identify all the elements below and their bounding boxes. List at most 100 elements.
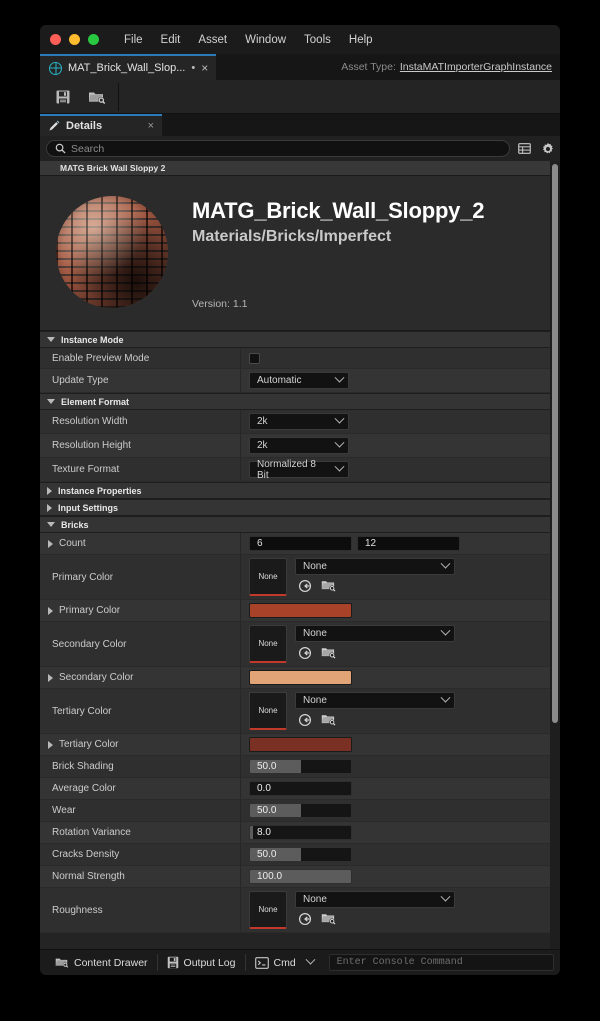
asset-thumbnail-secondary-color-texture[interactable]: None: [249, 625, 287, 663]
reset-to-default-icon[interactable]: [298, 579, 313, 594]
chevron-down-icon[interactable]: [305, 954, 316, 965]
section-label: Bricks: [61, 519, 89, 530]
property-label-text: Primary Color: [59, 605, 121, 616]
asset-thumbnail[interactable]: [50, 190, 174, 314]
menu-item-file[interactable]: File: [115, 32, 152, 48]
dropdown-resolution-height[interactable]: 2k: [249, 437, 349, 454]
section-header-instance-mode[interactable]: Instance Mode: [40, 331, 550, 348]
slider-value: 100.0: [257, 871, 283, 882]
slider-normal-strength[interactable]: 100.0: [249, 869, 352, 884]
chevron-down-icon: [334, 437, 345, 448]
chevron-down-icon[interactable]: [47, 166, 55, 171]
reset-to-default-icon[interactable]: [298, 912, 313, 927]
browse-asset-icon[interactable]: [321, 579, 336, 594]
console-command-box[interactable]: [328, 954, 554, 971]
color-swatch-tertiary-color[interactable]: [249, 737, 352, 752]
property-label-text: Primary Color: [52, 571, 114, 583]
hero-category-header[interactable]: MATG Brick Wall Sloppy 2: [40, 161, 550, 176]
asset-dropdown-primary-color-texture[interactable]: None: [295, 558, 455, 575]
close-icon[interactable]: ×: [201, 62, 208, 74]
content-drawer-button[interactable]: Content Drawer: [46, 953, 157, 973]
asset-dropdown-secondary-color-texture[interactable]: None: [295, 625, 455, 642]
asset-type: Asset Type: InstaMATImporterGraphInstanc…: [341, 54, 560, 80]
chevron-down-icon[interactable]: [47, 337, 55, 342]
gear-icon[interactable]: [539, 140, 556, 157]
menu-item-tools[interactable]: Tools: [295, 32, 340, 48]
slider-value: 0.0: [257, 783, 271, 794]
toolbar-divider: [118, 82, 119, 111]
color-swatch-secondary-color[interactable]: [249, 670, 352, 685]
cmd-button[interactable]: Cmd: [246, 953, 323, 973]
dropdown-update-type[interactable]: Automatic: [249, 372, 349, 389]
details-panel-wrapper: MATG Brick Wall Sloppy 2 MATG_Brick_Wall…: [40, 161, 560, 949]
browse-button[interactable]: [80, 83, 114, 111]
save-button[interactable]: [46, 83, 80, 111]
close-icon[interactable]: ×: [148, 120, 154, 132]
tab-details[interactable]: Details ×: [40, 114, 162, 136]
numeric-input-count-x[interactable]: 6: [249, 536, 352, 551]
property-label-enable-preview-mode: Enable Preview Mode: [40, 348, 241, 368]
menu-bar: File Edit Asset Window Tools Help: [40, 25, 560, 54]
output-log-button[interactable]: Output Log: [158, 953, 245, 973]
section-header-instance-properties[interactable]: Instance Properties: [40, 482, 550, 499]
slider-cracks-density[interactable]: 50.0: [249, 847, 352, 862]
color-swatch-primary-color[interactable]: [249, 603, 352, 618]
slider-rotation-variance[interactable]: 8.0: [249, 825, 352, 840]
chevron-right-icon[interactable]: [48, 539, 53, 548]
property-label-text: Average Color: [52, 783, 116, 794]
section-header-input-settings[interactable]: Input Settings: [40, 499, 550, 516]
application-window: File Edit Asset Window Tools Help MAT_Br…: [40, 25, 560, 975]
property-value-rotation-variance: 8.0: [241, 822, 550, 843]
chevron-right-icon[interactable]: [47, 503, 52, 512]
numeric-input-count-y[interactable]: 12: [357, 536, 460, 551]
browse-asset-icon[interactable]: [321, 713, 336, 728]
slider-wear[interactable]: 50.0: [249, 803, 352, 818]
menu-item-window[interactable]: Window: [236, 32, 295, 48]
console-command-input[interactable]: [336, 957, 546, 968]
asset-dropdown-roughness[interactable]: None: [295, 891, 455, 908]
maximize-window-button[interactable]: [88, 34, 99, 45]
menu-item-edit[interactable]: Edit: [152, 32, 190, 48]
chevron-right-icon[interactable]: [48, 740, 53, 749]
chevron-down-icon[interactable]: [47, 399, 55, 404]
asset-thumbnail-tertiary-color-texture[interactable]: None: [249, 692, 287, 730]
property-value-tertiary-color: [241, 734, 550, 755]
section-header-element-format[interactable]: Element Format: [40, 393, 550, 410]
asset-dropdown-value: None: [303, 894, 327, 905]
asset-thumbnail-primary-color-texture[interactable]: None: [249, 558, 287, 596]
asset-tab[interactable]: MAT_Brick_Wall_Slop... • ×: [40, 54, 217, 80]
dropdown-resolution-width[interactable]: 2k: [249, 413, 349, 430]
property-row-brick-shading: Brick Shading 50.0: [40, 756, 550, 778]
chevron-right-icon[interactable]: [47, 486, 52, 495]
asset-picker-controls: None: [295, 558, 455, 594]
search-box[interactable]: [46, 140, 510, 157]
property-value-primary-color: [241, 600, 550, 621]
reset-to-default-icon[interactable]: [298, 646, 313, 661]
grid-view-icon[interactable]: [516, 140, 533, 157]
details-scrollbar-track[interactable]: [550, 161, 560, 949]
chevron-down-icon[interactable]: [47, 522, 55, 527]
dropdown-texture-format[interactable]: Normalized 8 Bit: [249, 459, 349, 481]
chevron-right-icon[interactable]: [48, 606, 53, 615]
asset-thumbnail-roughness[interactable]: None: [249, 891, 287, 929]
search-input[interactable]: [71, 142, 501, 155]
slider-average-color[interactable]: 0.0: [249, 781, 352, 796]
close-window-button[interactable]: [50, 34, 61, 45]
menu-item-help[interactable]: Help: [340, 32, 382, 48]
floppy-disk-icon: [167, 956, 178, 969]
chevron-down-icon: [440, 625, 451, 636]
asset-type-value[interactable]: InstaMATImporterGraphInstance: [400, 61, 552, 73]
menu-item-asset[interactable]: Asset: [189, 32, 236, 48]
minimize-window-button[interactable]: [69, 34, 80, 45]
reset-to-default-icon[interactable]: [298, 713, 313, 728]
chevron-right-icon[interactable]: [48, 673, 53, 682]
output-log-label: Output Log: [183, 956, 236, 969]
checkbox-enable-preview-mode[interactable]: [249, 352, 260, 364]
details-scrollbar-thumb[interactable]: [552, 164, 558, 724]
slider-brick-shading[interactable]: 50.0: [249, 759, 352, 774]
asset-dropdown-tertiary-color-texture[interactable]: None: [295, 692, 455, 709]
property-value-primary-color-texture: None None: [241, 555, 550, 599]
browse-asset-icon[interactable]: [321, 912, 336, 927]
browse-asset-icon[interactable]: [321, 646, 336, 661]
section-header-bricks[interactable]: Bricks: [40, 516, 550, 533]
